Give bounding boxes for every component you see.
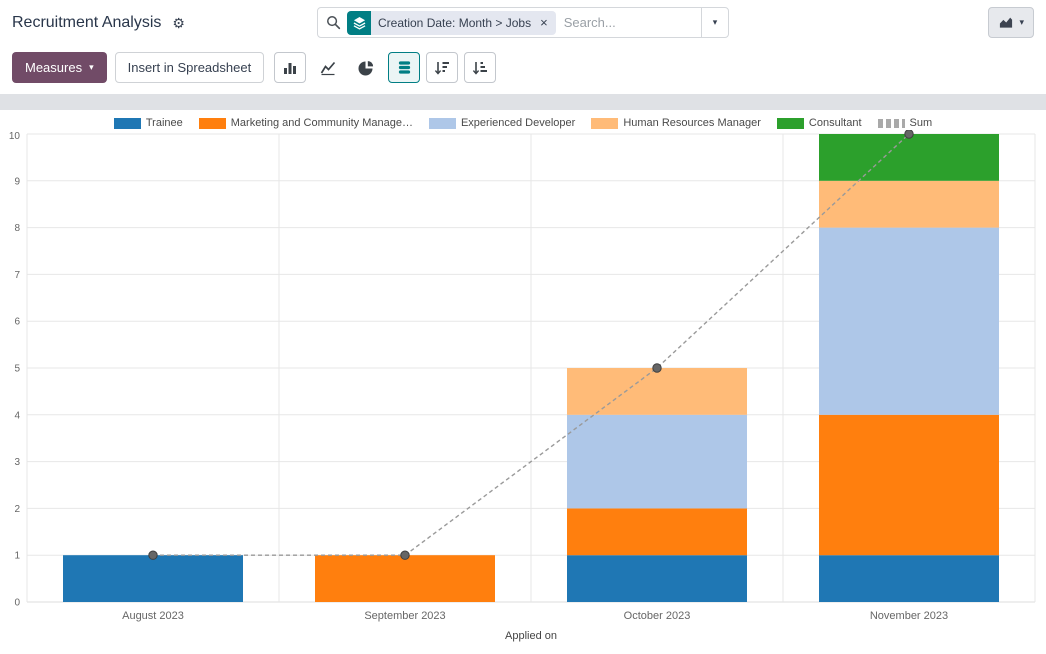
facet-remove-icon[interactable]: × [538, 11, 556, 35]
divider-band [0, 94, 1046, 110]
stacked-icon [397, 60, 412, 75]
bar-segment[interactable] [819, 555, 999, 602]
line-chart-icon [320, 60, 336, 76]
y-tick-label: 7 [14, 270, 20, 281]
area-chart-icon [998, 15, 1014, 30]
search-icon [318, 15, 347, 30]
legend-label: Sum [910, 117, 933, 129]
search-bar: Creation Date: Month > Jobs × ▾ [317, 7, 729, 38]
y-tick-label: 4 [14, 410, 20, 421]
x-axis-title: Applied on [505, 630, 557, 642]
bar-segment[interactable] [819, 134, 999, 181]
x-tick-label: August 2023 [122, 610, 184, 622]
y-tick-label: 10 [9, 131, 21, 142]
sum-swatch [878, 119, 905, 128]
caret-down-icon: ▾ [1019, 18, 1024, 27]
sum-point[interactable] [653, 364, 661, 372]
series-swatch [199, 118, 226, 129]
series-swatch [114, 118, 141, 129]
gear-glyph: ⚙ [172, 15, 185, 31]
legend-item[interactable]: Trainee [114, 117, 183, 129]
y-tick-label: 2 [14, 504, 20, 515]
legend-label: Marketing and Community Manage… [231, 117, 413, 129]
facet-label: Creation Date: Month > Jobs [371, 11, 538, 35]
sum-point[interactable] [905, 130, 913, 138]
pie-chart-button[interactable] [350, 52, 382, 83]
measures-button[interactable]: Measures ▾ [12, 52, 107, 83]
y-tick-label: 6 [14, 317, 20, 328]
search-facet[interactable]: Creation Date: Month > Jobs × [347, 11, 556, 35]
legend-label: Experienced Developer [461, 117, 575, 129]
control-panel-bottom-row: Measures ▾ Insert in Spreadsheet [0, 44, 1046, 94]
bar-chart-button[interactable] [274, 52, 306, 83]
sort-ascending-button[interactable] [464, 52, 496, 83]
x-tick-label: October 2023 [624, 610, 691, 622]
gear-icon[interactable]: ⚙ [170, 14, 187, 32]
stacked-toggle-button[interactable] [388, 52, 420, 83]
legend-item[interactable]: Human Resources Manager [591, 117, 761, 129]
view-switcher-button[interactable]: ▾ [988, 7, 1034, 38]
legend-label: Consultant [809, 117, 862, 129]
page-title: Recruitment Analysis [12, 14, 161, 32]
sort-ascending-icon [472, 60, 488, 76]
bar-segment[interactable] [567, 368, 747, 415]
legend-item[interactable]: Marketing and Community Manage… [199, 117, 413, 129]
y-tick-label: 0 [14, 598, 20, 609]
chart-svg: 0 1 2 3 4 5 6 7 8 9 10 August 2023 September 2023 Oct… [0, 130, 1046, 648]
series-swatch [591, 118, 618, 129]
sort-descending-button[interactable] [426, 52, 458, 83]
bar-segment[interactable] [819, 228, 999, 415]
bar-segment[interactable] [567, 508, 747, 555]
x-tick-label: November 2023 [870, 610, 948, 622]
chart-legend: Trainee Marketing and Community Manage… Ex… [0, 110, 1046, 130]
layers-icon [347, 11, 371, 35]
x-tick-label: September 2023 [364, 610, 445, 622]
bar-segment[interactable] [315, 555, 495, 602]
bar-chart-icon [282, 60, 298, 76]
graph-controls [274, 52, 496, 83]
chart-panel: Trainee Marketing and Community Manage… Ex… [0, 110, 1046, 654]
caret-down-icon: ▾ [713, 18, 718, 27]
y-tick-label: 5 [14, 364, 20, 375]
sum-point[interactable] [401, 551, 409, 559]
search-dropdown-toggle[interactable]: ▾ [701, 8, 728, 37]
pie-chart-icon [358, 60, 374, 76]
control-panel-top-row: Recruitment Analysis ⚙ Creation Date: Mo… [0, 0, 1046, 44]
bar-segment[interactable] [819, 181, 999, 228]
legend-label: Trainee [146, 117, 183, 129]
measures-label: Measures [25, 60, 82, 75]
insert-in-spreadsheet-button[interactable]: Insert in Spreadsheet [115, 52, 265, 83]
caret-down-icon: ▾ [89, 63, 94, 72]
control-panel: Recruitment Analysis ⚙ Creation Date: Mo… [0, 0, 1046, 94]
search-input[interactable] [556, 15, 701, 30]
bar-segment[interactable] [63, 555, 243, 602]
bar-segment[interactable] [567, 415, 747, 509]
series-swatch [777, 118, 804, 129]
sort-descending-icon [434, 60, 450, 76]
line-chart-button[interactable] [312, 52, 344, 83]
y-tick-label: 8 [14, 223, 20, 234]
legend-label: Human Resources Manager [623, 117, 761, 129]
bar-segment[interactable] [567, 555, 747, 602]
legend-item[interactable]: Consultant [777, 117, 862, 129]
y-tick-label: 9 [14, 176, 20, 187]
y-tick-label: 3 [14, 457, 20, 468]
legend-item[interactable]: Experienced Developer [429, 117, 575, 129]
page: { "colors": { "primary": "#714B67", "acc… [0, 0, 1046, 654]
legend-item[interactable]: Sum [878, 117, 933, 129]
sum-point[interactable] [149, 551, 157, 559]
bar-segment[interactable] [819, 415, 999, 555]
y-tick-label: 1 [14, 551, 20, 562]
series-swatch [429, 118, 456, 129]
